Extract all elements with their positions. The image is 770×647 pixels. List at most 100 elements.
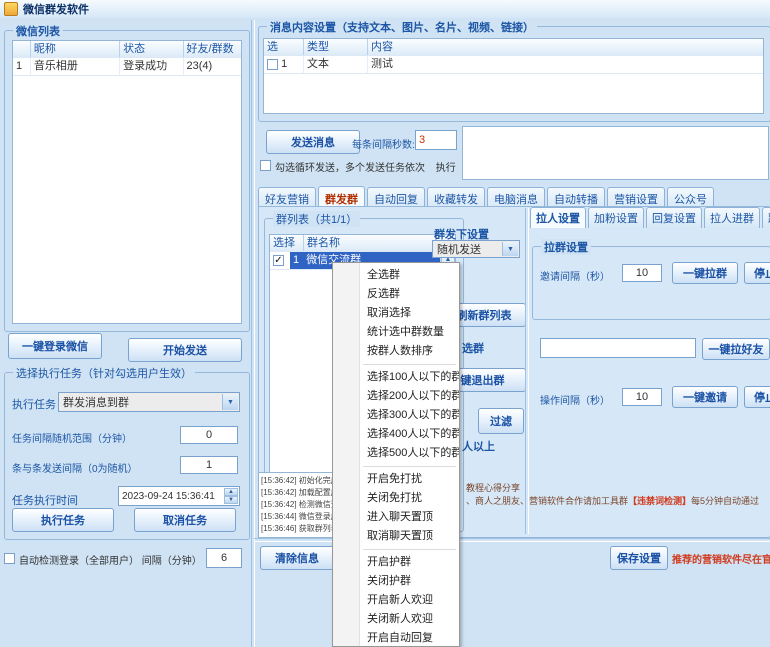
title-bar: 微信群发软件	[0, 0, 770, 18]
message-input-textarea[interactable]	[462, 126, 769, 180]
menu-item-unpin-chat[interactable]: 取消聊天置顶	[333, 527, 459, 546]
task-time-value: 2023-09-24 15:36:41	[122, 491, 215, 502]
group-row-checkcell: ✓	[270, 252, 290, 269]
send-gap-input[interactable]: 1	[180, 456, 238, 474]
invite-interval-label: 邀请间隔（秒）	[540, 268, 610, 283]
cancel-task-button[interactable]: 取消任务	[134, 508, 236, 532]
spinner-up-icon[interactable]: ▲	[224, 488, 238, 496]
app-icon	[4, 2, 18, 16]
spinner-down-icon[interactable]: ▼	[224, 496, 238, 504]
account-row[interactable]: 1 音乐相册 登录成功 23(4)	[13, 58, 241, 76]
account-col-nickname: 昵称	[31, 41, 120, 57]
above-label: 人以上	[462, 438, 495, 454]
group-row-index: 1	[293, 254, 299, 266]
loop-send-checkbox[interactable]	[260, 160, 271, 171]
account-row-status: 登录成功	[120, 58, 183, 75]
loop-send-label-text: 勾选循环发送，多个发送任务依次	[275, 163, 425, 174]
subtab-fans-settings[interactable]: 加粉设置	[588, 207, 644, 228]
footer-note: 推荐的营销软件尽在官网	[672, 551, 770, 566]
menu-item-invert-selection[interactable]: 反选群	[333, 285, 459, 304]
menu-item-guard-on[interactable]: 开启护群	[333, 553, 459, 572]
invite-stop-button[interactable]: 停止	[744, 262, 770, 284]
message-row-content: 测试	[368, 56, 763, 73]
save-settings-button[interactable]: 保存设置	[610, 546, 668, 570]
invite-settings-title: 拉群设置	[541, 239, 591, 255]
task-label: 执行任务	[12, 396, 56, 412]
notice-line2-post: 每5分钟自动通过	[691, 496, 759, 506]
menu-item-welcome-off[interactable]: 关闭新人欢迎	[333, 610, 459, 629]
clear-info-button[interactable]: 清除信息	[260, 546, 334, 570]
autocheck-label: 自动检测登录（全部用户） 间隔（分钟）	[19, 552, 202, 567]
autocheck-checkbox[interactable]	[4, 553, 15, 564]
menu-item-clear-selection[interactable]: 取消选择	[333, 304, 459, 323]
chevron-down-icon[interactable]: ▼	[502, 242, 518, 256]
group-list-title: 群列表（共1/1）	[273, 211, 360, 227]
wechat-list-group-title: 微信列表	[13, 23, 63, 39]
op-stop-button[interactable]: 停止	[744, 386, 770, 408]
menu-item-select-all-groups[interactable]: 全选群	[333, 266, 459, 285]
menu-item-sort-by-members[interactable]: 按群人数排序	[333, 342, 459, 361]
send-gap-label: 条与条发送间隔（0为随机）	[12, 460, 138, 475]
context-menu: 全选群 反选群 取消选择 统计选中群数量 按群人数排序 选择100人以下的群 选…	[332, 262, 460, 647]
main-tab-bar: 好友营销群发群自动回复收藏转发电脑消息自动转播营销设置公众号	[258, 186, 770, 206]
task-time-spinner[interactable]: ▲ ▼	[224, 488, 238, 504]
op-interval-input[interactable]: 10	[622, 388, 662, 406]
start-send-button[interactable]: 开始发送	[128, 338, 242, 362]
exec-task-button[interactable]: 执行任务	[12, 508, 114, 532]
subtab-kick[interactable]: 踢人	[762, 207, 770, 228]
loop-send-label: 勾选循环发送，多个发送任务依次 执行	[275, 159, 456, 174]
account-col-blank	[13, 41, 31, 57]
sub-tab-bar: 拉人设置加粉设置回复设置拉人进群踢人	[530, 207, 770, 228]
pull-friend-button[interactable]: 一键拉好友	[702, 338, 770, 360]
wechat-account-table: 昵称 状态 好友/群数 1 音乐相册 登录成功 23(4)	[12, 40, 242, 324]
message-table-header: 选 类型 内容	[264, 39, 763, 56]
menu-item-select-under-100[interactable]: 选择100人以下的群	[333, 368, 459, 387]
op-invite-button[interactable]: 一键邀请	[672, 386, 738, 408]
menu-item-autoreply-on[interactable]: 开启自动回复	[333, 629, 459, 647]
task-time-input[interactable]: 2023-09-24 15:36:41 ▲ ▼	[118, 486, 240, 506]
message-row-checkbox[interactable]	[267, 59, 278, 70]
menu-item-select-under-500[interactable]: 选择500人以下的群	[333, 444, 459, 463]
menu-item-pin-chat[interactable]: 进入聊天置顶	[333, 508, 459, 527]
account-col-counts: 好友/群数	[184, 41, 241, 57]
menu-item-select-under-400[interactable]: 选择400人以下的群	[333, 425, 459, 444]
subtab-invite-settings[interactable]: 拉人设置	[530, 207, 586, 228]
message-row[interactable]: 1 文本 测试	[264, 56, 763, 74]
menu-item-guard-off[interactable]: 关闭护群	[333, 572, 459, 591]
send-setting-select[interactable]: 随机发送 ▼	[432, 240, 520, 258]
loop-send-label-text2: 执行	[436, 163, 456, 174]
chevron-down-icon[interactable]: ▼	[222, 394, 238, 410]
notice-line2-pre: 、商人之朋友、营销软件合作请加工具群	[466, 496, 628, 506]
task-interval-input[interactable]: 0	[180, 426, 238, 444]
subtab-reply-settings[interactable]: 回复设置	[646, 207, 702, 228]
menu-item-select-under-300[interactable]: 选择300人以下的群	[333, 406, 459, 425]
menu-item-mute-on[interactable]: 开启免打扰	[333, 470, 459, 489]
app-window: 微信群发软件 微信列表 昵称 状态 好友/群数 1 音乐相册 登录成功 23(4…	[0, 0, 770, 647]
filter-button[interactable]: 过滤	[478, 408, 524, 434]
send-setting-value: 随机发送	[437, 241, 481, 257]
select-group-label: 选群	[462, 340, 484, 356]
group-row-checkbox[interactable]: ✓	[273, 255, 284, 266]
send-message-button[interactable]: 发送消息	[266, 130, 360, 154]
message-col-content: 内容	[368, 39, 763, 55]
menu-separator	[363, 466, 456, 467]
subtab-pull-into-group[interactable]: 拉人进群	[704, 207, 760, 228]
invite-interval-input[interactable]: 10	[622, 264, 662, 282]
menu-item-count-selected[interactable]: 统计选中群数量	[333, 323, 459, 342]
message-row-select: 1	[264, 56, 304, 73]
autocheck-interval-input[interactable]: 6	[206, 548, 242, 568]
invite-button[interactable]: 一键拉群	[672, 262, 738, 284]
menu-item-mute-off[interactable]: 关闭免打扰	[333, 489, 459, 508]
task-select[interactable]: 群发消息到群 ▼	[58, 392, 240, 412]
keyword-input[interactable]	[540, 338, 696, 358]
menu-item-select-under-200[interactable]: 选择200人以下的群	[333, 387, 459, 406]
task-interval-label: 任务间隔随机范围（分钟）	[12, 430, 132, 445]
message-col-type: 类型	[304, 39, 368, 55]
per-interval-input[interactable]: 3	[415, 130, 457, 150]
account-table-header: 昵称 状态 好友/群数	[13, 41, 241, 58]
task-group-title: 选择执行任务（针对勾选用户生效）	[13, 365, 195, 381]
account-col-status: 状态	[120, 41, 183, 57]
login-wechat-button[interactable]: 一键登录微信	[8, 333, 102, 359]
menu-item-welcome-on[interactable]: 开启新人欢迎	[333, 591, 459, 610]
notice-line1: 教程心得分享	[466, 481, 520, 494]
